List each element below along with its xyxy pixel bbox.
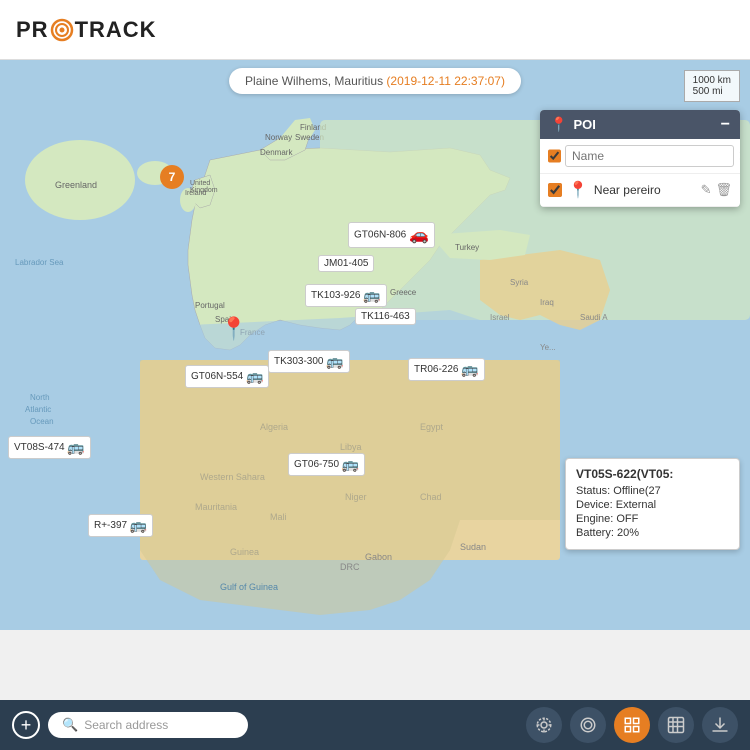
- location-datetime: (2019-12-11 22:37:07): [386, 74, 505, 88]
- svg-text:Norway: Norway: [265, 133, 292, 142]
- poi-panel: 📍 POI − ✕ + 📍 Near pereiro ✎ 🗑: [540, 110, 740, 207]
- svg-text:Ye...: Ye...: [540, 343, 556, 352]
- vehicle-popup-title: VT05S-622(VT05:: [576, 467, 729, 481]
- map-label[interactable]: TK116-463: [355, 308, 416, 325]
- search-icon: 🔍: [62, 717, 78, 733]
- svg-text:Portugal: Portugal: [195, 301, 225, 310]
- map-label[interactable]: TK303-300 🚌: [268, 350, 350, 373]
- search-bar[interactable]: 🔍 Search address: [48, 712, 248, 738]
- map-label[interactable]: GT06-750 🚌: [288, 453, 365, 476]
- dots-icon-button[interactable]: [658, 707, 694, 743]
- add-button[interactable]: +: [12, 711, 40, 739]
- scale-km: 1000 km: [693, 75, 731, 86]
- layers-icon-button[interactable]: [570, 707, 606, 743]
- poi-checkbox[interactable]: [548, 149, 561, 163]
- svg-text:Sweden: Sweden: [295, 133, 324, 142]
- svg-text:Iraq: Iraq: [540, 298, 554, 307]
- app-header: PR TRACK: [0, 0, 750, 60]
- map-label[interactable]: R+-397 🚌: [88, 514, 153, 537]
- location-bar: Plaine Wilhems, Mauritius (2019-12-11 22…: [229, 68, 521, 94]
- svg-text:DRC: DRC: [340, 562, 360, 572]
- svg-text:Saudi A: Saudi A: [580, 313, 608, 322]
- poi-edit-button[interactable]: ✎: [701, 182, 712, 198]
- grid-icon-button[interactable]: [614, 707, 650, 743]
- svg-text:Gabon: Gabon: [365, 552, 392, 562]
- poi-panel-header: 📍 POI −: [540, 110, 740, 139]
- bottom-toolbar: + 🔍 Search address: [0, 700, 750, 750]
- svg-text:Syria: Syria: [510, 278, 529, 287]
- scale-bar: 1000 km 500 mi: [684, 70, 740, 102]
- svg-text:Atlantic: Atlantic: [25, 405, 51, 414]
- svg-text:Greece: Greece: [390, 288, 417, 297]
- poi-title: POI: [573, 117, 595, 132]
- logo-pre: PR: [16, 17, 49, 43]
- logo-icon: [50, 18, 74, 42]
- svg-text:Israel: Israel: [490, 313, 510, 322]
- red-pin: 📍: [220, 316, 247, 342]
- download-icon-button[interactable]: [702, 707, 738, 743]
- map-container[interactable]: Greenland Ireland United Kingdom Norway …: [0, 60, 750, 630]
- vehicle-popup-device: Device: External: [576, 499, 729, 511]
- poi-item-checkbox[interactable]: [548, 183, 562, 197]
- poi-item-label: Near pereiro: [594, 183, 695, 197]
- svg-text:United: United: [190, 180, 210, 187]
- svg-text:Kingdom: Kingdom: [190, 187, 218, 194]
- map-label[interactable]: VT08S-474 🚌: [8, 436, 91, 459]
- search-placeholder: Search address: [84, 718, 168, 732]
- map-label[interactable]: GT06N-806 🚗: [348, 222, 435, 248]
- vehicle-popup: VT05S-622(VT05: Status: Offline(27 Devic…: [565, 458, 740, 550]
- poi-search-clear[interactable]: ✕: [738, 148, 740, 165]
- poi-search-input[interactable]: [565, 145, 734, 167]
- map-label[interactable]: TK103-926 🚌: [305, 284, 387, 307]
- svg-text:Labrador Sea: Labrador Sea: [15, 258, 64, 267]
- poi-pin-icon: 📍: [550, 116, 567, 133]
- logo-post: TRACK: [75, 17, 157, 43]
- map-label[interactable]: GT06N-554 🚌: [185, 365, 269, 388]
- svg-text:Gulf of Guinea: Gulf of Guinea: [220, 582, 278, 592]
- vehicle-popup-status: Status: Offline(27: [576, 485, 729, 497]
- logo: PR TRACK: [16, 17, 157, 43]
- map-label[interactable]: TR06-226 🚌: [408, 358, 485, 381]
- svg-text:Sudan: Sudan: [460, 542, 486, 552]
- svg-text:North: North: [30, 393, 50, 402]
- map-label[interactable]: JM01-405: [318, 255, 374, 272]
- poi-item-pin-icon: 📍: [568, 180, 588, 200]
- scale-mi: 500 mi: [693, 86, 731, 97]
- poi-minimize-button[interactable]: −: [721, 117, 730, 133]
- svg-text:Turkey: Turkey: [455, 243, 479, 252]
- svg-text:Denmark: Denmark: [260, 148, 293, 157]
- poi-search-row: ✕ +: [540, 139, 740, 174]
- vehicle-popup-engine: Engine: OFF: [576, 513, 729, 525]
- cluster-marker[interactable]: 7: [160, 165, 184, 189]
- svg-text:Ocean: Ocean: [30, 417, 54, 426]
- poi-delete-button[interactable]: 🗑: [715, 182, 732, 198]
- poi-item-row[interactable]: 📍 Near pereiro ✎ 🗑: [540, 174, 740, 207]
- location-icon-button[interactable]: [526, 707, 562, 743]
- svg-text:Greenland: Greenland: [55, 180, 97, 190]
- vehicle-popup-battery: Battery: 20%: [576, 527, 729, 539]
- cluster-count: 7: [169, 170, 176, 184]
- location-label: Plaine Wilhems, Mauritius: [245, 74, 383, 88]
